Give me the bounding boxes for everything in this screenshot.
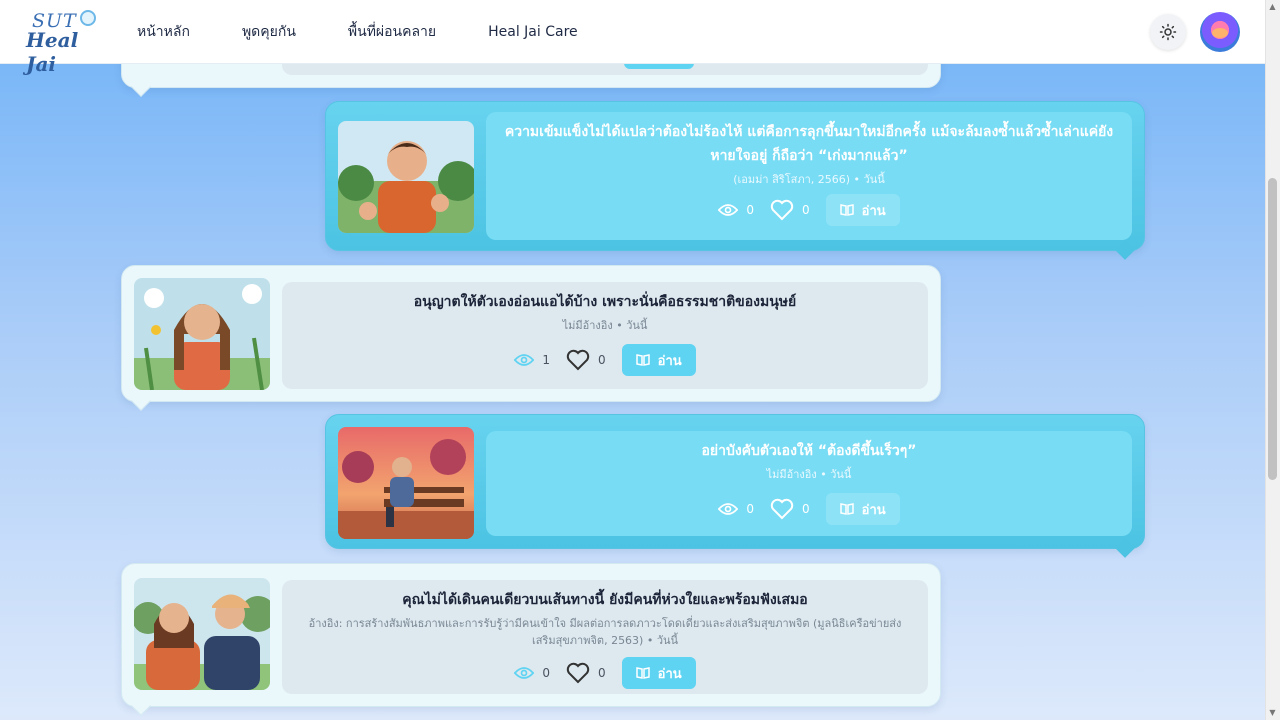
view-count: 0 [514,666,550,680]
view-count: 1 [514,353,550,367]
quote-card-3: อย่าบังคับตัวเองให้ “ต้องดีขึ้นเร็วๆ” ไม… [325,414,1145,558]
quote-card-2: อนุญาตให้ตัวเองอ่อนแอได้บ้าง เพราะนั่นคื… [121,265,941,411]
view-count-value: 0 [542,666,550,680]
like-count-value: 0 [802,502,810,516]
read-button-label: อ่าน [861,502,886,518]
read-button[interactable]: อ่าน [621,344,696,376]
quote-title: อย่าบังคับตัวเองให้ “ต้องดีขึ้นเร็วๆ” [701,443,917,459]
heart-icon [566,349,590,371]
card-content-4: คุณไม่ได้เดินคนเดียวบนเส้นทางนี้ ยังมีคน… [282,580,928,694]
card-tail [131,391,151,411]
card-illustration-2 [134,278,270,390]
theme-toggle-button[interactable] [1150,14,1186,50]
read-button[interactable]: อ่าน [825,194,900,226]
logo-face-icon [80,10,96,26]
logo-text-bottom: Heal Jai [26,28,79,76]
read-button[interactable]: อ่าน [825,493,900,525]
read-button-label: อ่าน [861,203,886,219]
quote-title: คุณไม่ได้เดินคนเดียวบนเส้นทางนี้ ยังมีคน… [402,592,808,608]
eye-icon [514,667,535,679]
quote-meta: (เอมม่า สิริโสภา, 2566) • วันนี้ [733,173,885,186]
quote-meta: ไม่มีอ้างอิง • วันนี้ [766,468,852,481]
card-actions: 0 0 อ่าน [718,194,900,226]
scrollbar-thumb[interactable] [1268,178,1277,480]
quote-title: อนุญาตให้ตัวเองอ่อนแอได้บ้าง เพราะนั่นคื… [413,294,797,310]
like-count-value: 0 [598,666,606,680]
quote-card-1: ความเข้มแข็งไม่ได้แปลว่าต้องไม่ร้องไห้ แ… [325,101,1145,260]
page-scrollbar[interactable]: ▲ ▼ [1265,0,1280,720]
view-count: 0 [718,502,754,516]
view-count-value: 0 [746,502,754,516]
view-count: 0 [718,203,754,217]
scroll-down-arrow[interactable]: ▼ [1268,708,1277,718]
heart-icon [770,498,794,520]
view-count-value: 1 [542,353,550,367]
quote-meta: ไม่มีอ้างอิง • วันนี้ [562,319,648,332]
view-count-value: 0 [746,203,754,217]
like-button[interactable]: 0 [770,498,810,520]
like-count-value: 0 [802,203,810,217]
like-button[interactable]: 0 [566,349,606,371]
user-avatar[interactable] [1200,12,1240,52]
like-count-value: 0 [598,353,606,367]
nav-talk[interactable]: พูดคุยกัน [242,21,296,43]
book-icon [839,204,854,216]
eye-icon [718,503,739,515]
book-icon [635,354,650,366]
card-actions: 0 0 อ่าน [718,493,900,525]
book-icon [635,667,650,679]
nav-home[interactable]: หน้าหลัก [137,21,190,43]
eye-icon [718,204,739,216]
book-icon [839,503,854,515]
quote-card-4: คุณไม่ได้เดินคนเดียวบนเส้นทางนี้ ยังมีคน… [121,563,941,716]
like-button[interactable]: 0 [566,662,606,684]
card-actions: 1 0 อ่าน [514,344,696,376]
quote-meta: อ้างอิง: การสร้างสัมพันธภาพและการรับรู้ว… [308,617,902,647]
card-tail [1115,240,1135,260]
main-nav: หน้าหลัก พูดคุยกัน พื้นที่ผ่อนคลาย Heal … [137,0,630,64]
card-content-2: อนุญาตให้ตัวเองอ่อนแอได้บ้าง เพราะนั่นคื… [282,282,928,389]
read-button[interactable]: อ่าน [621,657,696,689]
sun-icon [1159,23,1177,41]
card-content-1: ความเข้มแข็งไม่ได้แปลว่าต้องไม่ร้องไห้ แ… [486,112,1132,240]
eye-icon [514,354,535,366]
card-actions: 0 0 อ่าน [514,657,696,689]
quote-title: ความเข้มแข็งไม่ได้แปลว่าต้องไม่ร้องไห้ แ… [504,124,1114,164]
card-illustration-1 [338,121,474,233]
card-content-3: อย่าบังคับตัวเองให้ “ต้องดีขึ้นเร็วๆ” ไม… [486,431,1132,536]
like-button[interactable]: 0 [770,199,810,221]
nav-healjai-care[interactable]: Heal Jai Care [488,24,578,40]
read-button-label: อ่าน [657,666,682,682]
site-logo[interactable]: SUT Heal Jai [24,8,100,76]
heart-icon [770,199,794,221]
top-navbar: SUT Heal Jai หน้าหลัก พูดคุยกัน พื้นที่ผ… [0,0,1265,76]
scroll-up-arrow[interactable]: ▲ [1268,2,1277,12]
nav-relax[interactable]: พื้นที่ผ่อนคลาย [348,21,436,43]
card-illustration-3 [338,427,474,539]
card-tail [131,696,151,716]
card-tail [1115,538,1135,558]
card-tail [131,77,151,97]
read-button-label: อ่าน [657,353,682,369]
card-illustration-4 [134,578,270,690]
heart-icon [566,662,590,684]
